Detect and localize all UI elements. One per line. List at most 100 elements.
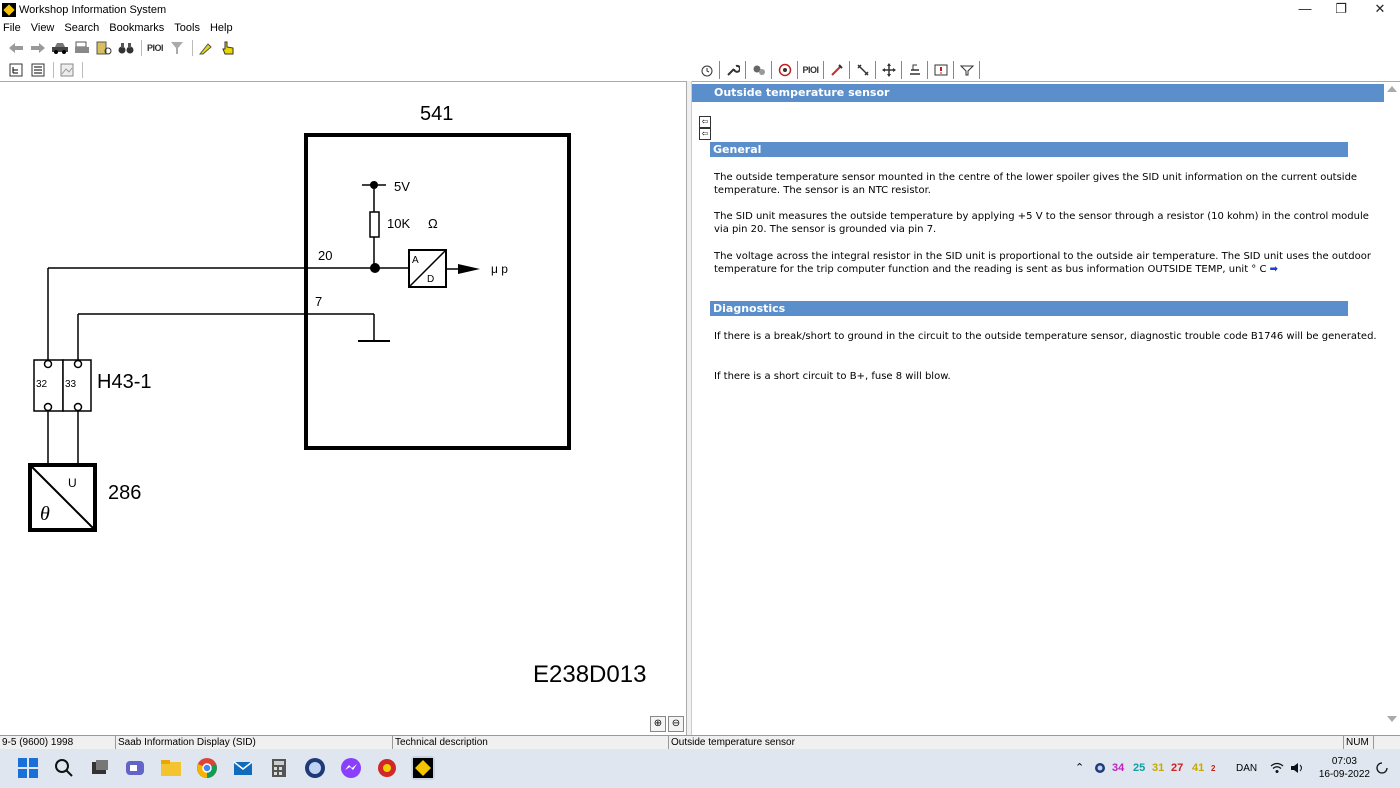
tray-badge: 2 [1211,764,1216,773]
clock[interactable]: 07:03 16-09-2022 [1319,755,1370,781]
game-app-icon[interactable] [375,756,399,780]
wis-app-icon[interactable] [411,756,435,780]
image-view-icon[interactable] [57,61,77,79]
section-diagnostics-heading: Diagnostics [710,301,1348,316]
menu-help[interactable]: Help [210,22,233,34]
title-bar: Workshop Information System — ❐ ✕ [0,0,1400,20]
menu-view[interactable]: View [31,22,55,34]
sensor-u-label: U [68,476,77,490]
clock-date: 16-09-2022 [1318,769,1370,780]
clock-time: 07:03 [1331,756,1357,767]
maximize-button[interactable]: ❐ [1323,0,1359,20]
back-arrow-icon[interactable] [6,39,26,57]
window-title: Workshop Information System [19,4,167,16]
menu-file[interactable]: File [3,22,21,34]
pin-20-label: 20 [318,248,332,263]
supply-label: 5V [394,179,410,194]
pin-32-label: 32 [36,379,48,390]
connector-label: H43-1 [97,371,151,393]
binoculars-icon[interactable] [116,39,136,57]
tray-number-5: 41 [1192,762,1205,774]
tree-view-icon[interactable] [6,61,26,79]
general-paragraph-3: The voltage across the integral resistor… [714,251,1371,275]
funnel-icon[interactable] [167,39,187,57]
tray-number-4: 27 [1171,762,1184,774]
highlighter-icon[interactable] [196,39,216,57]
tab-diagnostic-icon[interactable] [772,61,798,79]
book-search-icon[interactable] [94,39,114,57]
tab-wrench-icon[interactable] [720,61,746,79]
zoom-out-icon[interactable]: ⊖ [668,716,684,732]
task-view-icon[interactable] [88,756,112,780]
resistor-label: 10K [387,216,410,231]
sensor-label: 286 [108,482,141,504]
messenger-icon[interactable] [339,756,363,780]
menu-bookmarks[interactable]: Bookmarks [109,22,164,34]
document-tabs: PIOI [692,59,1400,81]
nav-prev-icon[interactable]: ⇦ [699,116,711,128]
tab-plug-icon[interactable] [850,61,876,79]
diagram-panel: 541 5V 10K Ω 20 A D μ p 7 32 33 H43-1 U … [0,81,687,735]
tab-tool-icon[interactable] [824,61,850,79]
pi-button[interactable]: PIOI [145,39,165,57]
status-doc-type: Technical description [393,736,669,750]
chrome-icon[interactable] [195,756,219,780]
menu-search[interactable]: Search [64,22,99,34]
car-icon[interactable] [50,39,70,57]
status-num: NUM [1344,736,1374,750]
minimize-button[interactable]: — [1287,0,1323,20]
main-toolbar: PIOI [0,37,1400,59]
scroll-up-icon[interactable] [1387,86,1397,92]
link-arrow-icon[interactable]: ➡ [1270,264,1278,275]
diagnostics-paragraph-1: If there is a break/short to ground in t… [714,331,1377,342]
zoom-in-icon[interactable]: ⊕ [650,716,666,732]
chat-icon[interactable] [123,756,147,780]
general-paragraph-1: The outside temperature sensor mounted i… [714,172,1358,196]
tab-gears-icon[interactable] [746,61,772,79]
tray-chevron-icon[interactable]: ⌃ [1075,749,1084,788]
control-module-box [304,133,571,450]
ad-label-d: D [427,274,434,285]
tab-clock-icon[interactable] [694,61,720,79]
section-general-heading: General [710,142,1348,157]
tray-number-1: 34 [1112,762,1125,774]
tab-move-icon[interactable] [876,61,902,79]
vertical-scrollbar[interactable] [1384,82,1400,736]
search-icon[interactable] [52,756,76,780]
tray-app-icon[interactable] [1094,749,1106,788]
list-view-icon[interactable] [28,61,48,79]
microprocessor-label: μ p [491,262,508,276]
print-icon[interactable] [72,39,92,57]
status-bar: 9-5 (9600) 1998 Saab Information Display… [0,735,1400,750]
close-button[interactable]: ✕ [1362,0,1398,20]
calculator-icon[interactable] [267,756,291,780]
pin-33-label: 33 [65,379,77,390]
tab-lift-icon[interactable] [902,61,928,79]
notifications-icon[interactable] [1376,749,1388,788]
volume-icon[interactable] [1290,749,1304,788]
wifi-icon[interactable] [1270,749,1284,788]
nav-back-icon[interactable]: ⇦ [699,128,711,140]
forward-arrow-icon[interactable] [28,39,48,57]
app-icon [2,3,16,17]
wiring-diagram: 541 5V 10K Ω 20 A D μ p 7 32 33 H43-1 U … [28,103,646,688]
file-explorer-icon[interactable] [159,756,183,780]
scroll-down-icon[interactable] [1387,716,1397,722]
mail-icon[interactable] [231,756,255,780]
menu-tools[interactable]: Tools [174,22,200,34]
menu-bar: File View Search Bookmarks Tools Help [0,20,1400,36]
taskbar: ⌃ 34 25 31 27 41 2 DAN 07:03 16-09-2022 [0,749,1400,788]
status-doc-title: Outside temperature sensor [669,736,1344,750]
tab-funnel-icon[interactable] [954,61,980,79]
tray-number-2: 25 [1133,762,1146,774]
remote-app-icon[interactable] [303,756,327,780]
ohm-label: Ω [428,216,438,231]
tab-pi[interactable]: PIOI [798,61,824,79]
ad-label-a: A [412,255,419,266]
hand-pointer-icon[interactable] [218,39,238,57]
sensor-theta-label: θ [40,503,50,525]
pin-7-label: 7 [315,294,322,309]
windows-start-icon[interactable] [16,756,40,780]
tray-language[interactable]: DAN [1236,749,1257,788]
tab-warning-icon[interactable] [928,61,954,79]
